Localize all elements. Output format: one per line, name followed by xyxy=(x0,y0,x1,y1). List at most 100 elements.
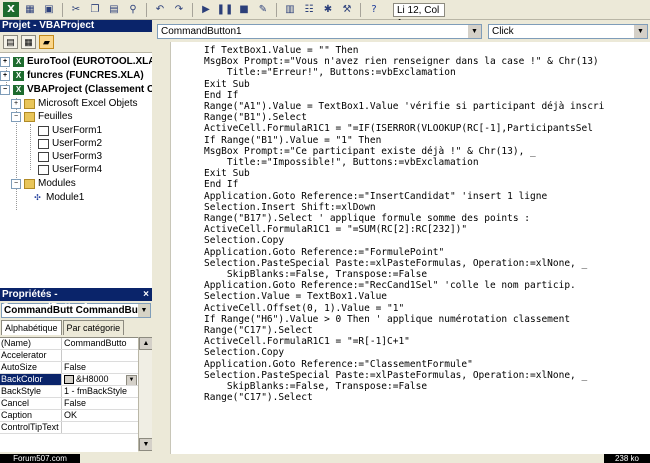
code-line[interactable]: If TextBox1.Value = "" Then xyxy=(204,45,650,56)
view-code-icon[interactable]: ▤ xyxy=(3,35,18,49)
property-row[interactable]: (Name) CommandButto xyxy=(0,338,138,350)
property-row[interactable]: Accelerator xyxy=(0,350,138,362)
toolbar-separator xyxy=(192,2,193,17)
reset-icon[interactable]: ■ xyxy=(236,2,252,17)
code-line[interactable]: Exit Sub xyxy=(204,168,650,179)
toolbar-separator xyxy=(360,2,361,17)
property-row[interactable]: ControlTipText xyxy=(0,422,138,434)
tree-node-funcres[interactable]: + X funcres (FUNCRES.XLA) xyxy=(0,69,144,82)
copy-icon[interactable]: ❐ xyxy=(87,2,103,17)
watermark-left: Forum507.com xyxy=(0,454,80,463)
tree-node-userform3[interactable]: UserForm3 xyxy=(38,150,102,163)
help-icon[interactable]: ? xyxy=(366,2,382,17)
code-line[interactable]: SkipBlanks:=False, Transpose:=False xyxy=(204,381,650,392)
code-line[interactable]: End If xyxy=(204,179,650,190)
code-line[interactable]: Exit Sub xyxy=(204,79,650,90)
collapse-toggle-icon[interactable]: − xyxy=(0,84,10,95)
code-line[interactable]: Selection.Copy xyxy=(204,235,650,246)
design-icon[interactable]: ✎ xyxy=(255,2,271,17)
property-row[interactable]: BackStyle 1 - fmBackStyle xyxy=(0,386,138,398)
code-editor[interactable]: If TextBox1.Value = "" Then MsgBox Prompt… xyxy=(152,42,650,454)
scroll-up-icon[interactable]: ▲ xyxy=(139,337,153,350)
code-line[interactable]: Selection.Copy xyxy=(204,347,650,358)
expand-toggle-icon[interactable]: + xyxy=(11,98,21,109)
folder-open-icon xyxy=(24,111,35,122)
collapse-toggle-icon[interactable]: − xyxy=(11,111,21,122)
code-line[interactable]: ActiveCell.Offset(0, 1).Value = "1" xyxy=(204,303,650,314)
toggle-folders-icon[interactable]: ▰ xyxy=(39,35,54,49)
code-line[interactable]: Selection.Insert Shift:=xlDown xyxy=(204,202,650,213)
tree-node-vbaproject[interactable]: − X VBAProject (Classement C xyxy=(0,83,154,96)
code-line[interactable]: Application.Goto Reference:="RecCand1Sel… xyxy=(204,280,650,291)
code-line[interactable]: Range("C17").Select xyxy=(204,392,650,403)
tree-node-userform1[interactable]: UserForm1 xyxy=(38,124,102,137)
find-icon[interactable]: ⚲ xyxy=(125,2,141,17)
property-row[interactable]: AutoSize False xyxy=(0,362,138,374)
expand-toggle-icon[interactable]: + xyxy=(0,70,10,81)
backcolor-value[interactable]: &H8000 ▼ xyxy=(62,374,138,385)
code-line[interactable]: End If xyxy=(204,90,650,101)
code-line[interactable]: Selection.PasteSpecial Paste:=xlPasteFor… xyxy=(204,370,650,381)
object-combo[interactable]: CommandButton1 ▼ xyxy=(157,24,482,39)
insert-icon[interactable]: ▦ xyxy=(22,2,38,17)
paste-icon[interactable]: ▤ xyxy=(106,2,122,17)
expand-toggle-icon[interactable]: + xyxy=(0,56,10,67)
break-icon[interactable]: ❚❚ xyxy=(217,2,234,17)
tab-alphabetique[interactable]: Alphabétique xyxy=(1,320,62,335)
code-line[interactable]: Range("C17").Select xyxy=(204,325,650,336)
code-line[interactable]: SkipBlanks:=False, Transpose:=False xyxy=(204,269,650,280)
code-line[interactable]: Application.Goto Reference:="FormulePoin… xyxy=(204,247,650,258)
scroll-down-icon[interactable]: ▼ xyxy=(139,438,153,451)
procedure-combo[interactable]: Click ▼ xyxy=(488,24,648,39)
code-line[interactable]: Selection.PasteSpecial Paste:=xlPasteFor… xyxy=(204,258,650,269)
code-line[interactable]: ActiveCell.FormulaR1C1 = "=R[-1]C+1" xyxy=(204,336,650,347)
save-icon[interactable]: ▣ xyxy=(41,2,57,17)
collapse-toggle-icon[interactable]: − xyxy=(11,178,21,189)
run-icon[interactable]: ▶ xyxy=(198,2,214,17)
project-explorer-title: Projet - VBAProject xyxy=(0,20,152,32)
close-icon[interactable]: × xyxy=(143,288,152,301)
code-line[interactable]: Application.Goto Reference:="ClassementF… xyxy=(204,359,650,370)
chevron-down-icon[interactable]: ▼ xyxy=(138,304,150,317)
object-selector[interactable]: CommandButt CommandButto ▼ xyxy=(1,303,151,318)
code-line[interactable]: MsgBox Prompt:="Vous n'avez rien renseig… xyxy=(204,56,650,67)
chevron-down-icon[interactable]: ▼ xyxy=(634,25,647,38)
code-line[interactable]: ActiveCell.FormulaR1C1 = "=SUM(RC[2]:RC[… xyxy=(204,224,650,235)
view-object-icon[interactable]: ▦ xyxy=(21,35,36,49)
tree-node-userform2[interactable]: UserForm2 xyxy=(38,137,102,150)
project-icon[interactable]: ▥ xyxy=(282,2,298,17)
tree-node-userform4[interactable]: UserForm4 xyxy=(38,163,102,176)
undo-icon[interactable]: ↶ xyxy=(152,2,168,17)
chevron-down-icon[interactable]: ▼ xyxy=(126,375,137,385)
tree-node-excel-objects[interactable]: + Microsoft Excel Objets xyxy=(11,97,137,110)
code-line[interactable]: Selection.Value = TextBox1.Value xyxy=(204,291,650,302)
properties-icon[interactable]: ☷ xyxy=(301,2,317,17)
code-line[interactable]: Application.Goto Reference:="InsertCandi… xyxy=(204,191,650,202)
code-text[interactable]: If TextBox1.Value = "" Then MsgBox Prompt… xyxy=(204,45,650,404)
tab-par-categorie[interactable]: Par catégorie xyxy=(62,320,125,335)
tree-node-modules[interactable]: − Modules xyxy=(11,177,76,190)
code-line[interactable]: ActiveCell.FormulaR1C1 = "=IF(ISERROR(VL… xyxy=(204,123,650,134)
tree-node-feuilles[interactable]: − Feuilles xyxy=(11,110,72,123)
code-line[interactable]: Title:="Impossible!", Buttons:=vbExclama… xyxy=(204,157,650,168)
objects-icon[interactable]: ✱ xyxy=(320,2,336,17)
code-line[interactable]: If Range("B1").Value = "1" Then xyxy=(204,135,650,146)
tree-node-eurotool[interactable]: + X EuroTool (EUROTOOL.XLA) xyxy=(0,55,159,68)
redo-icon[interactable]: ↷ xyxy=(171,2,187,17)
property-row-selected[interactable]: BackColor &H8000 ▼ xyxy=(0,374,138,386)
breakpoint-margin[interactable] xyxy=(152,42,171,454)
chevron-down-icon[interactable]: ▼ xyxy=(468,25,481,38)
property-row[interactable]: Caption OK xyxy=(0,410,138,422)
code-line[interactable]: Range("B17").Select ' applique formule s… xyxy=(204,213,650,224)
code-line[interactable]: Range("A1").Value = TextBox1.Value 'véri… xyxy=(204,101,650,112)
code-line[interactable]: If Range("H6").Value > 0 Then ' applique… xyxy=(204,314,650,325)
tree-node-module1[interactable]: ✣ Module1 xyxy=(32,191,84,204)
toolbox-icon[interactable]: ⚒ xyxy=(339,2,355,17)
excel-icon[interactable]: X xyxy=(3,2,19,17)
properties-scrollbar[interactable]: ▲ ▼ xyxy=(138,337,153,451)
code-line[interactable]: MsgBox Prompt:="Ce participant existe dé… xyxy=(204,146,650,157)
code-line[interactable]: Range("B1").Select xyxy=(204,112,650,123)
property-row[interactable]: Cancel False xyxy=(0,398,138,410)
cut-icon[interactable]: ✂ xyxy=(68,2,84,17)
code-line[interactable]: Title:="Erreur!", Buttons:=vbExclamation xyxy=(204,67,650,78)
